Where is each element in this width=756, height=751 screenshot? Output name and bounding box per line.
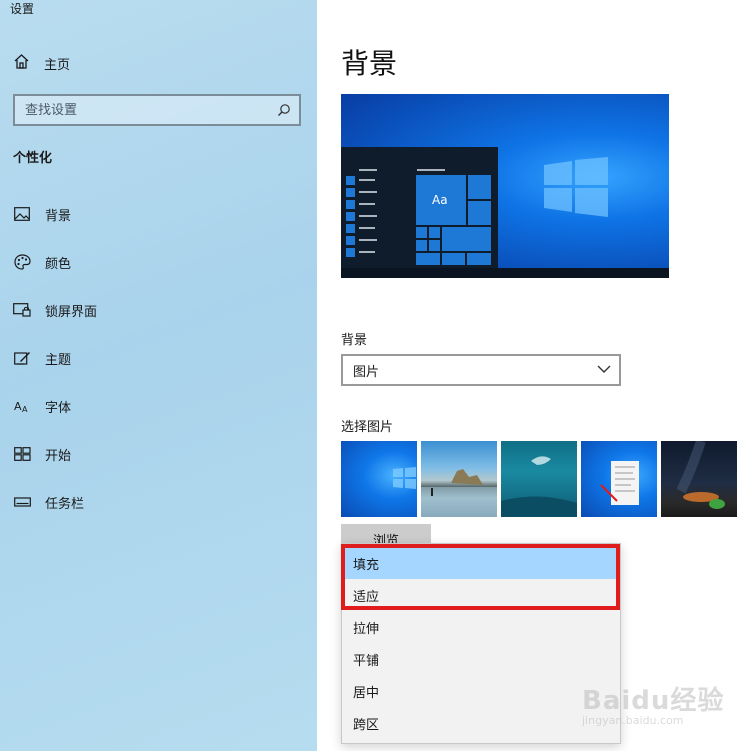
- picture-thumbnail[interactable]: [661, 441, 737, 517]
- sidebar-item-label: 主题: [45, 352, 72, 368]
- picture-icon: [12, 204, 32, 224]
- background-type-value: 图片: [353, 364, 380, 380]
- choose-picture-label: 选择图片: [341, 420, 394, 435]
- background-type-select[interactable]: 图片: [341, 354, 621, 386]
- picture-thumbnail[interactable]: [341, 441, 417, 517]
- fit-dropdown-list[interactable]: 填充 适应 拉伸 平铺 居中 跨区: [341, 543, 621, 744]
- sidebar-item-label: 主页: [44, 57, 71, 73]
- windows-logo-icon: [544, 157, 608, 217]
- sidebar-item-start[interactable]: 开始: [0, 434, 317, 474]
- svg-text:A: A: [14, 400, 22, 413]
- search-icon[interactable]: [269, 96, 299, 124]
- chevron-down-icon: [597, 363, 611, 378]
- background-type-label: 背景: [341, 333, 368, 348]
- fit-option[interactable]: 拉伸: [342, 611, 620, 643]
- sidebar-item-background[interactable]: 背景: [0, 194, 317, 234]
- sidebar-item-fonts[interactable]: AA 字体: [0, 386, 317, 426]
- search-input[interactable]: [25, 102, 269, 118]
- sidebar-item-label: 任务栏: [45, 496, 85, 512]
- sidebar-item-label: 颜色: [45, 256, 72, 272]
- sidebar-item-label: 字体: [45, 400, 72, 416]
- theme-icon: [12, 348, 32, 368]
- start-menu-preview: Aa: [341, 147, 498, 268]
- search-field[interactable]: [13, 94, 301, 126]
- section-title: 个性化: [13, 151, 53, 166]
- window-title: 设置: [10, 2, 35, 16]
- palette-icon: [12, 252, 32, 272]
- sidebar-item-label: 锁屏界面: [45, 304, 98, 320]
- fit-option[interactable]: 居中: [342, 675, 620, 707]
- font-icon: AA: [12, 396, 32, 416]
- start-icon: [12, 444, 32, 464]
- svg-text:A: A: [22, 405, 28, 413]
- sidebar-item-label: 开始: [45, 448, 72, 464]
- fit-option[interactable]: 填充: [342, 547, 620, 579]
- desktop-preview: Aa: [341, 94, 669, 278]
- sidebar: 设置 主页 个性化 背景 颜色 锁屏界面 主题: [0, 0, 317, 751]
- sidebar-item-color[interactable]: 颜色: [0, 242, 317, 282]
- fit-option[interactable]: 适应: [342, 579, 620, 611]
- taskbar-icon: [12, 492, 32, 512]
- picture-thumbnail[interactable]: [581, 441, 657, 517]
- home-icon: [13, 53, 30, 74]
- sidebar-item-theme[interactable]: 主题: [0, 338, 317, 378]
- picture-thumbnail[interactable]: [421, 441, 497, 517]
- fit-option[interactable]: 跨区: [342, 707, 620, 739]
- sidebar-item-taskbar[interactable]: 任务栏: [0, 482, 317, 522]
- lock-screen-icon: [12, 300, 32, 320]
- preview-tile-text: Aa: [432, 193, 448, 207]
- watermark: Baidu经验 jingyan.baidu.com: [582, 680, 752, 740]
- watermark-logo: Baidu经验: [582, 686, 725, 716]
- picture-thumbnail[interactable]: [501, 441, 577, 517]
- fit-option[interactable]: 平铺: [342, 643, 620, 675]
- sidebar-item-label: 背景: [45, 208, 72, 224]
- page-title: 背景: [341, 47, 398, 80]
- preview-taskbar: [341, 268, 669, 278]
- sidebar-item-lock-screen[interactable]: 锁屏界面: [0, 290, 317, 330]
- watermark-url: jingyan.baidu.com: [582, 714, 684, 727]
- sidebar-item-home[interactable]: 主页: [13, 53, 70, 73]
